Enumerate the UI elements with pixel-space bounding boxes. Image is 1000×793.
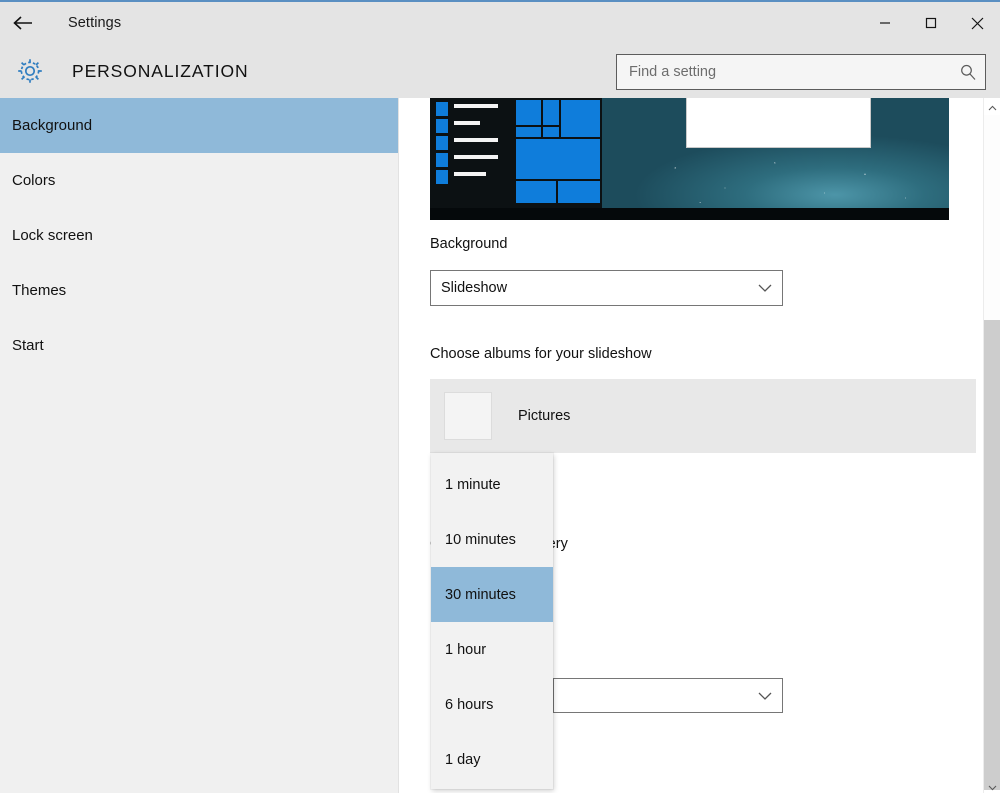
scroll-down-button[interactable] xyxy=(984,778,1000,793)
search-icon[interactable] xyxy=(951,63,985,81)
scroll-up-button[interactable] xyxy=(984,98,1000,115)
title-bar: Settings xyxy=(0,2,1000,44)
preview-start-tiles xyxy=(516,100,600,206)
background-type-value: Slideshow xyxy=(431,280,748,296)
scrollbar-track[interactable] xyxy=(984,115,1000,778)
dropdown-option-label: 6 hours xyxy=(445,697,493,713)
album-name: Pictures xyxy=(518,408,570,424)
background-label: Background xyxy=(430,236,507,252)
minimize-button[interactable] xyxy=(862,2,908,44)
window-controls xyxy=(862,2,1000,44)
preview-start-list xyxy=(454,104,498,189)
dropdown-option-30-minutes[interactable]: 30 minutes xyxy=(431,567,553,622)
sidebar-item-lock-screen[interactable]: Lock screen xyxy=(0,208,398,263)
chevron-up-icon xyxy=(988,98,997,116)
sidebar: Background Colors Lock screen Themes Sta… xyxy=(0,98,399,793)
choose-albums-label: Choose albums for your slideshow xyxy=(430,346,652,362)
sidebar-item-colors[interactable]: Colors xyxy=(0,153,398,208)
close-button[interactable] xyxy=(954,2,1000,44)
page-title: PERSONALIZATION xyxy=(72,61,249,82)
content-scrollbar[interactable] xyxy=(983,98,1000,793)
desktop-preview xyxy=(430,98,949,220)
background-type-dropdown[interactable]: Slideshow xyxy=(430,270,783,306)
sidebar-item-start[interactable]: Start xyxy=(0,318,398,373)
sidebar-item-label: Lock screen xyxy=(12,227,93,244)
preview-taskbar xyxy=(430,208,949,220)
sidebar-item-label: Themes xyxy=(12,282,66,299)
maximize-button[interactable] xyxy=(908,2,954,44)
album-item-pictures[interactable]: Pictures xyxy=(430,379,976,453)
app-title: Settings xyxy=(68,15,121,31)
back-button[interactable] xyxy=(0,2,46,44)
gear-icon xyxy=(2,56,58,86)
preview-start-rail xyxy=(436,102,448,187)
chevron-down-icon xyxy=(988,778,997,793)
preview-start-menu xyxy=(430,98,602,212)
scrollbar-thumb[interactable] xyxy=(984,320,1000,790)
dropdown-option-1-hour[interactable]: 1 hour xyxy=(431,622,553,677)
chevron-down-icon xyxy=(748,691,782,701)
search-box[interactable] xyxy=(616,54,986,90)
dropdown-option-1-day[interactable]: 1 day xyxy=(431,732,553,787)
album-thumbnail xyxy=(444,392,492,440)
change-picture-every-listbox[interactable]: 1 minute 10 minutes 30 minutes 1 hour 6 … xyxy=(431,453,553,789)
search-input[interactable] xyxy=(617,55,951,89)
dropdown-option-1-minute[interactable]: 1 minute xyxy=(431,457,553,512)
dropdown-option-label: 10 minutes xyxy=(445,532,516,548)
sidebar-item-themes[interactable]: Themes xyxy=(0,263,398,318)
dropdown-option-label: 1 day xyxy=(445,752,480,768)
settings-content: Background Slideshow Choose albums for y… xyxy=(400,98,1000,793)
settings-window: Settings PERSONALIZATION xyxy=(0,0,1000,793)
dropdown-option-label: 1 hour xyxy=(445,642,486,658)
sidebar-item-label: Colors xyxy=(12,172,55,189)
back-arrow-icon xyxy=(12,15,34,31)
dropdown-option-10-minutes[interactable]: 10 minutes xyxy=(431,512,553,567)
sidebar-item-label: Start xyxy=(12,337,44,354)
chevron-down-icon xyxy=(748,283,782,293)
dropdown-option-label: 1 minute xyxy=(445,477,501,493)
preview-window xyxy=(686,98,871,148)
choose-a-fit-dropdown[interactable] xyxy=(553,678,783,713)
dropdown-option-6-hours[interactable]: 6 hours xyxy=(431,677,553,732)
sidebar-item-background[interactable]: Background xyxy=(0,98,398,153)
sidebar-item-label: Background xyxy=(12,117,92,134)
dropdown-option-label: 30 minutes xyxy=(445,587,516,603)
